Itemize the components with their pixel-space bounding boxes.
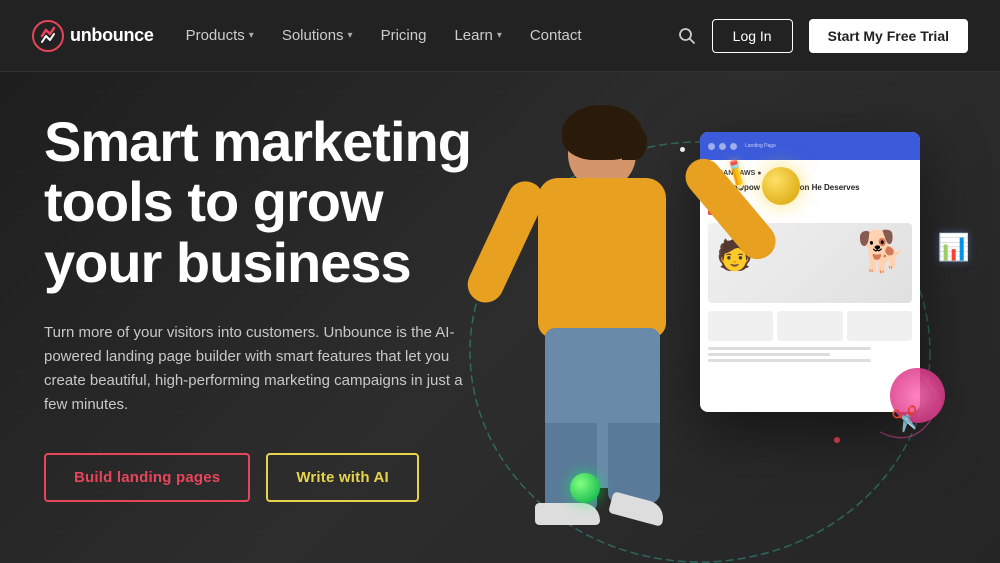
nav-links: Products ▾ Solutions ▾ Pricing Learn ▾ C… <box>186 27 678 44</box>
brand-name: unbounce <box>70 25 154 46</box>
yellow-ball-deco <box>762 167 800 205</box>
search-button[interactable] <box>678 27 696 45</box>
nav-products[interactable]: Products ▾ <box>186 27 254 44</box>
hero-headline: Smart marketing tools to grow your busin… <box>44 112 514 293</box>
write-ai-button[interactable]: Write with AI <box>266 453 419 502</box>
nav-learn[interactable]: Learn ▾ <box>454 27 501 44</box>
nav-pricing[interactable]: Pricing <box>381 27 427 44</box>
chevron-down-icon: ▾ <box>497 30 502 41</box>
green-ball-deco <box>570 473 600 503</box>
trial-button[interactable]: Start My Free Trial <box>809 19 968 53</box>
build-pages-button[interactable]: Build landing pages <box>44 453 250 502</box>
mockup-sections <box>708 311 912 341</box>
hero-subtext: Turn more of your visitors into customer… <box>44 321 464 417</box>
logo-link[interactable]: unbounce <box>32 20 154 52</box>
chevron-down-icon: ▾ <box>348 30 353 41</box>
mockup-footer <box>708 347 912 362</box>
search-icon <box>678 27 696 45</box>
hero-buttons: Build landing pages Write with AI <box>44 453 514 502</box>
hero-section: Smart marketing tools to grow your busin… <box>0 72 1000 563</box>
torso <box>538 178 666 338</box>
chart-icon: 📊 <box>938 232 970 263</box>
hair <box>562 105 642 160</box>
mockup-top-bar: Landing Page <box>700 132 920 160</box>
shoe-left <box>535 503 600 525</box>
nav-actions: Log In Start My Free Trial <box>678 19 968 53</box>
dog-icon: 🐕 <box>857 228 907 275</box>
mockup-url-bar: Landing Page <box>745 143 776 149</box>
nav-contact[interactable]: Contact <box>530 27 582 44</box>
login-button[interactable]: Log In <box>712 19 793 53</box>
person-figure <box>500 113 720 543</box>
hero-content: Smart marketing tools to grow your busin… <box>44 112 514 502</box>
chevron-down-icon: ▾ <box>249 30 254 41</box>
navigation: unbounce Products ▾ Solutions ▾ Pricing … <box>0 0 1000 72</box>
nav-solutions[interactable]: Solutions ▾ <box>282 27 353 44</box>
logo-icon <box>32 20 64 52</box>
hero-visual: ✏️ ✂️ 📊 Landing Page URBAN PAWS ● Give P… <box>440 72 1000 563</box>
